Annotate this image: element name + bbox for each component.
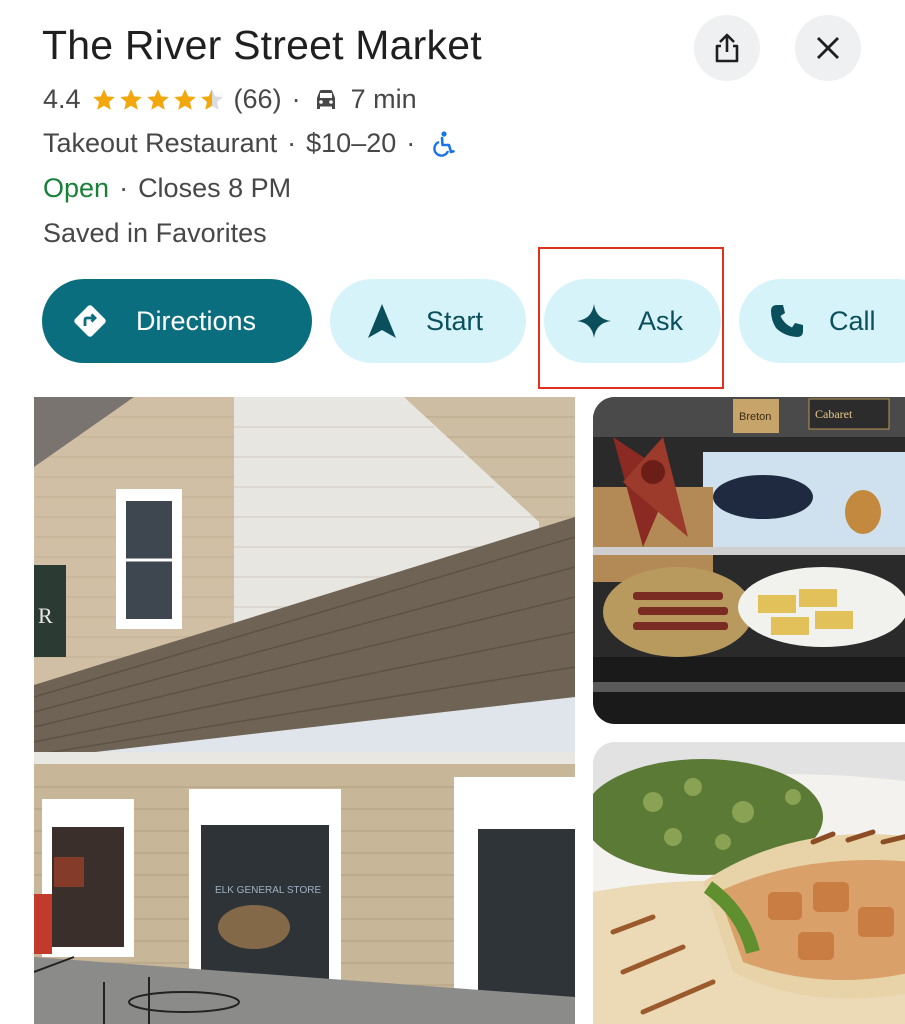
deli-case-photo[interactable]: Breton Cabaret [593, 397, 905, 724]
navigation-arrow-icon [362, 301, 402, 341]
separator-dot: · [287, 128, 297, 158]
window-sign-text: ELK GENERAL STORE [215, 885, 321, 896]
start-label: Start [426, 305, 484, 336]
wrap-sandwich-photo[interactable] [593, 742, 905, 1024]
place-category: Takeout Restaurant [43, 128, 278, 158]
star-icon [92, 88, 115, 110]
close-icon [817, 37, 839, 59]
separator-dot: · [406, 128, 416, 158]
call-label: Call [829, 305, 876, 336]
saved-status[interactable]: Saved in Favorites [43, 218, 267, 249]
drive-time: 7 min [350, 84, 417, 114]
phone-icon [767, 301, 807, 341]
call-button[interactable]: Call [739, 279, 905, 363]
star-icon [173, 88, 196, 110]
rating-value: 4.4 [43, 84, 81, 114]
star-icon [146, 88, 169, 110]
separator-dot: · [291, 84, 301, 114]
cheese-label-2: Cabaret [815, 407, 853, 421]
share-button[interactable] [694, 15, 760, 81]
highlight-annotation [538, 247, 724, 389]
price-range: $10–20 [306, 128, 397, 158]
place-title: The River Street Market [42, 22, 482, 68]
wheelchair-icon [433, 130, 456, 157]
directions-icon [70, 301, 110, 341]
directions-button[interactable]: Directions [42, 279, 312, 363]
category-row: Takeout Restaurant · $10–20 · [43, 128, 457, 159]
close-button[interactable] [795, 15, 861, 81]
share-icon [715, 33, 739, 63]
star-half-icon [200, 88, 223, 110]
cheese-label-1: Breton [739, 411, 771, 423]
closing-time: Closes 8 PM [138, 173, 292, 203]
storefront-photo[interactable]: R ELK GENERAL STORE [34, 397, 575, 1024]
storefront-sign-text: R [38, 603, 53, 628]
star-icon [119, 88, 142, 110]
directions-label: Directions [136, 305, 257, 336]
open-status: Open [43, 173, 110, 203]
start-button[interactable]: Start [330, 279, 526, 363]
separator-dot: · [119, 173, 129, 203]
rating-row[interactable]: 4.4 (66) · 7 min [43, 84, 417, 115]
hours-row[interactable]: Open · Closes 8 PM [43, 173, 291, 204]
review-count: (66) [233, 84, 282, 114]
place-sheet: The River Street Market 4.4 (66) · 7 min… [0, 0, 905, 1024]
star-rating [91, 87, 226, 113]
car-icon [316, 89, 335, 109]
